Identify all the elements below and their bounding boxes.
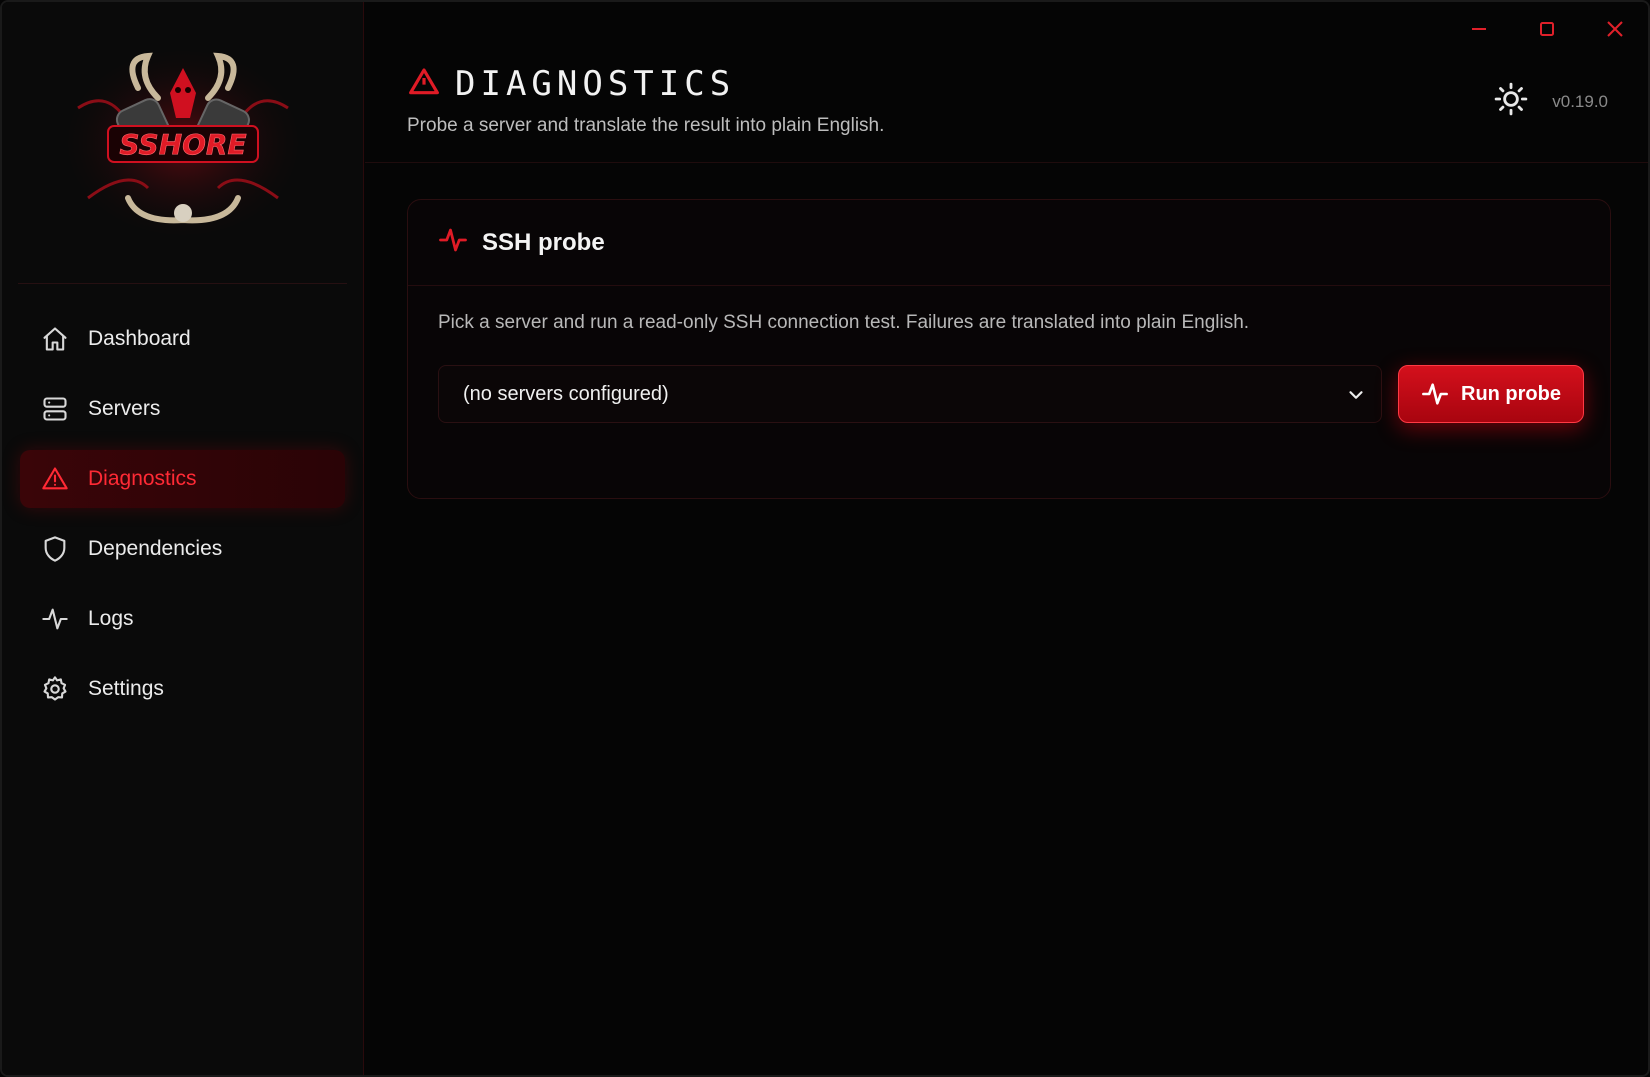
version-label: v0.19.0 <box>1552 91 1608 111</box>
sidebar-item-label: Dependencies <box>88 537 223 560</box>
sidebar-item-label: Settings <box>88 677 164 700</box>
server-select[interactable]: (no servers configured) <box>438 365 1382 423</box>
server-select-value: (no servers configured) <box>463 382 669 405</box>
chevron-down-icon <box>1345 384 1367 411</box>
ssh-probe-card: SSH probe Pick a server and run a read-o… <box>407 199 1611 499</box>
sidebar-item-label: Dashboard <box>88 327 191 350</box>
main-content: DIAGNOSTICS Probe a server and translate… <box>365 2 1648 1075</box>
page-header: DIAGNOSTICS Probe a server and translate… <box>365 2 1648 163</box>
sidebar-item-settings[interactable]: Settings <box>20 660 345 718</box>
sidebar-item-diagnostics[interactable]: Diagnostics <box>20 450 345 508</box>
activity-icon <box>1422 383 1448 405</box>
sidebar-item-dashboard[interactable]: Dashboard <box>20 310 345 368</box>
sidebar-nav: Dashboard Servers Diagnostics Dependenci… <box>2 284 363 744</box>
title-row: DIAGNOSTICS <box>407 64 735 104</box>
sidebar-item-label: Servers <box>88 397 161 420</box>
maximize-icon <box>1540 22 1554 36</box>
card-title: SSH probe <box>482 228 605 256</box>
page-title: DIAGNOSTICS <box>455 64 736 104</box>
sidebar-item-logs[interactable]: Logs <box>20 590 345 648</box>
sidebar-item-label: Diagnostics <box>88 467 197 490</box>
logo-text: SSHORE <box>119 128 246 161</box>
maximize-button[interactable] <box>1528 12 1566 46</box>
header-actions: v0.19.0 <box>1494 82 1608 121</box>
theme-toggle-sun-icon[interactable] <box>1494 82 1528 121</box>
card-header: SSH probe <box>408 200 1610 286</box>
app-window: SSHORE Dashboard Servers Diagnostics Dep… <box>0 0 1650 1077</box>
shield-icon <box>40 534 70 564</box>
window-controls <box>1460 12 1634 46</box>
logo-area: SSHORE <box>18 2 347 284</box>
minimize-button[interactable] <box>1460 12 1498 46</box>
home-icon <box>40 324 70 354</box>
app-logo: SSHORE <box>67 50 298 235</box>
warning-icon <box>40 464 70 494</box>
run-probe-label: Run probe <box>1461 382 1561 405</box>
close-button[interactable] <box>1596 12 1634 46</box>
server-icon <box>40 394 70 424</box>
sidebar: SSHORE Dashboard Servers Diagnostics Dep… <box>2 2 364 1075</box>
sidebar-item-dependencies[interactable]: Dependencies <box>20 520 345 578</box>
sidebar-item-servers[interactable]: Servers <box>20 380 345 438</box>
warning-icon <box>407 66 441 103</box>
gear-icon <box>40 674 70 704</box>
run-probe-button[interactable]: Run probe <box>1398 365 1584 423</box>
page-subtitle: Probe a server and translate the result … <box>407 115 885 136</box>
minimize-icon <box>1472 28 1486 30</box>
activity-icon <box>438 225 468 260</box>
activity-icon <box>40 604 70 634</box>
close-icon <box>1607 21 1623 37</box>
sidebar-item-label: Logs <box>88 607 134 630</box>
card-description: Pick a server and run a read-only SSH co… <box>438 312 1250 333</box>
